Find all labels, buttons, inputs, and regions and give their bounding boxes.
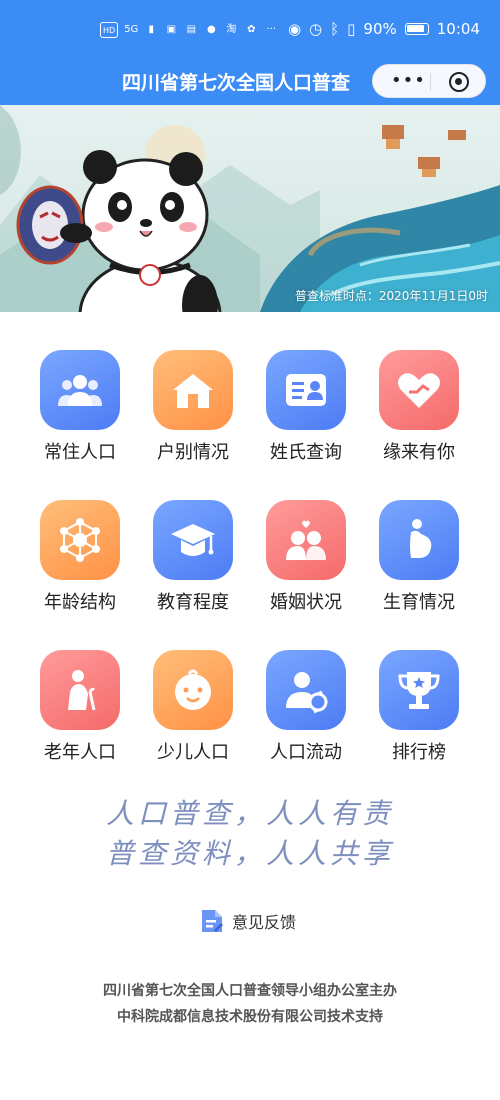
battery-percent: 90% [363, 20, 397, 38]
chat-icon: ● [206, 24, 216, 35]
person-flow-icon [266, 650, 346, 730]
app-icon: ▤ [186, 24, 197, 35]
eye-icon: ◉ [287, 20, 302, 38]
page-title: 四川省第七次全国人口普查 [122, 72, 351, 94]
battery-icon [404, 23, 429, 35]
status-left-icons: HD 5G ▮ ▣ ▤ ● 淘 ✿ ··· [100, 22, 278, 38]
vibrate-icon: ▯ [347, 20, 356, 38]
status-right-icons: ◉ ◷ ᛒ ▯ 90% 10:04 [288, 20, 480, 38]
grid-label: 老年人口 [44, 742, 116, 763]
taobao-icon: 淘 [226, 24, 237, 35]
grid-item-household[interactable]: 户别情况 [137, 350, 249, 470]
more-menu-button[interactable]: ••• [391, 70, 426, 91]
couple-icon [266, 500, 346, 580]
clock: 10:04 [436, 20, 480, 38]
grid-item-child-population[interactable]: 少儿人口 [137, 650, 249, 770]
banner: 普查标准时点：2020年11月1日0时 [0, 105, 500, 312]
capsule-divider [430, 73, 431, 91]
capsule-menu: ••• [372, 64, 486, 98]
grid-label: 常住人口 [44, 442, 116, 463]
heart-hands-icon [379, 350, 459, 430]
elderly-icon [40, 650, 120, 730]
people-group-icon [40, 350, 120, 430]
grid-label: 户别情况 [157, 442, 229, 463]
slogan-line-1: 人口普查，人人有责 [105, 797, 394, 830]
grid-label: 姓氏查询 [270, 442, 342, 463]
grid-item-population-flow[interactable]: 人口流动 [250, 650, 362, 770]
id-card-icon [266, 350, 346, 430]
signal-icon: ▮ [148, 24, 155, 35]
grid-item-age-structure[interactable]: 年龄结构 [24, 500, 136, 620]
grid-label: 少儿人口 [157, 742, 229, 763]
grid-label: 年龄结构 [44, 592, 116, 613]
graduation-cap-icon [153, 500, 233, 580]
baby-face-icon [153, 650, 233, 730]
house-icon [153, 350, 233, 430]
footer-tech-support: 中科院成都信息技术股份有限公司技术支持 [117, 1009, 383, 1025]
feedback-button[interactable]: 意见反馈 [200, 906, 296, 936]
grid-item-ranking[interactable]: 排行榜 [363, 650, 475, 770]
feedback-label: 意见反馈 [232, 913, 297, 932]
grid-item-fate[interactable]: 缘来有你 [363, 350, 475, 470]
structure-icon [40, 500, 120, 580]
network-5g-icon: 5G [124, 24, 139, 35]
grid-item-fertility[interactable]: 生育情况 [363, 500, 475, 620]
paw-icon: ✿ [247, 24, 256, 35]
bluetooth-icon: ᛒ [330, 20, 340, 38]
grid-item-education[interactable]: 教育程度 [137, 500, 249, 620]
grid-item-elderly-population[interactable]: 老年人口 [24, 650, 136, 770]
footer-organizer: 四川省第七次全国人口普查领导小组办公室主办 [103, 983, 397, 999]
grid-label: 婚姻状况 [270, 592, 342, 613]
grid-label: 缘来有你 [383, 442, 455, 463]
grid-item-surname-query[interactable]: 姓氏查询 [250, 350, 362, 470]
banner-illustration [0, 105, 500, 312]
census-standard-time: 普查标准时点：2020年11月1日0时 [294, 289, 488, 303]
app-icon: ▣ [166, 24, 177, 35]
status-bar: HD 5G ▮ ▣ ▤ ● 淘 ✿ ··· ◉ ◷ ᛒ ▯ 90% 10:04 [0, 0, 500, 60]
pregnant-icon [379, 500, 459, 580]
grid-item-resident-population[interactable]: 常住人口 [24, 350, 136, 470]
grid-label: 人口流动 [270, 742, 342, 763]
grid-label: 排行榜 [392, 742, 446, 763]
more-icon: ··· [266, 24, 277, 35]
slogan-line-2: 普查资料，人人共享 [105, 837, 394, 870]
hd-icon: HD [100, 22, 119, 38]
alarm-icon: ◷ [309, 20, 323, 38]
grid-label: 生育情况 [383, 592, 455, 613]
trophy-icon [379, 650, 459, 730]
feedback-icon [202, 910, 223, 932]
grid-item-marital-status[interactable]: 婚姻状况 [250, 500, 362, 620]
close-miniprogram-button[interactable] [449, 72, 469, 92]
grid-label: 教育程度 [157, 592, 229, 613]
